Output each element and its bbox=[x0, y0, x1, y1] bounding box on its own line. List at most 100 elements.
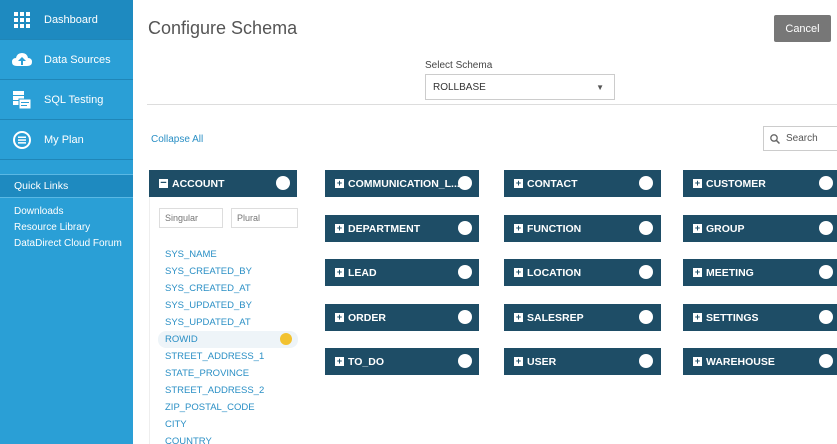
collapse-all-link[interactable]: Collapse All bbox=[151, 134, 203, 145]
quick-link-cloud-forum[interactable]: DataDirect Cloud Forum bbox=[14, 236, 133, 252]
column-item[interactable]: SYS_NAME bbox=[150, 246, 298, 263]
nav-label-dashboard: Dashboard bbox=[44, 13, 98, 26]
column-item[interactable]: CITY bbox=[150, 416, 298, 433]
plus-icon: + bbox=[693, 356, 702, 366]
table-toggle[interactable] bbox=[458, 354, 472, 368]
table-card-label: SALESREP bbox=[527, 311, 584, 324]
account-columns-panel: SYS_NAME SYS_CREATED_BY SYS_CREATED_AT S… bbox=[149, 197, 298, 444]
main-content: Configure Schema Cancel Select Schema RO… bbox=[133, 0, 837, 444]
table-toggle[interactable] bbox=[819, 221, 833, 235]
table-card-label: COMMUNICATION_L... bbox=[348, 177, 460, 190]
table-card-warehouse[interactable]: + WAREHOUSE bbox=[683, 348, 837, 375]
table-toggle[interactable] bbox=[819, 176, 833, 190]
table-card-user[interactable]: + USER bbox=[504, 348, 661, 375]
table-toggle[interactable] bbox=[458, 221, 472, 235]
column-item[interactable]: STREET_ADDRESS_1 bbox=[150, 348, 298, 365]
plus-icon: + bbox=[693, 223, 702, 233]
column-item[interactable]: SYS_CREATED_BY bbox=[150, 263, 298, 280]
plus-icon: + bbox=[514, 223, 523, 233]
list-circle-icon bbox=[0, 130, 44, 149]
column-item[interactable]: SYS_UPDATED_BY bbox=[150, 297, 298, 314]
table-toggle[interactable] bbox=[639, 221, 653, 235]
schema-select-label: Select Schema bbox=[425, 60, 493, 71]
table-card-communication[interactable]: + COMMUNICATION_L... bbox=[325, 170, 479, 197]
quick-link-downloads[interactable]: Downloads bbox=[14, 204, 133, 220]
column-item[interactable]: STREET_ADDRESS_2 bbox=[150, 382, 298, 399]
column-item[interactable]: SYS_UPDATED_AT bbox=[150, 314, 298, 331]
quick-links-title: Quick Links bbox=[0, 174, 133, 198]
chevron-down-icon: ▼ bbox=[596, 83, 604, 92]
sql-testing-icon bbox=[0, 90, 44, 109]
table-card-group[interactable]: + GROUP bbox=[683, 215, 837, 242]
table-card-location[interactable]: + LOCATION bbox=[504, 259, 661, 286]
plus-icon: + bbox=[514, 267, 523, 277]
plus-icon: + bbox=[514, 356, 523, 366]
table-card-order[interactable]: + ORDER bbox=[325, 304, 479, 331]
schema-select[interactable]: ROLLBASE ▼ bbox=[425, 74, 615, 100]
column-item[interactable]: ZIP_POSTAL_CODE bbox=[150, 399, 298, 416]
search-icon bbox=[770, 133, 780, 144]
table-toggle[interactable] bbox=[639, 265, 653, 279]
plus-icon: + bbox=[514, 312, 523, 322]
plus-icon: + bbox=[335, 223, 344, 233]
table-card-label: MEETING bbox=[706, 266, 754, 279]
plus-icon: + bbox=[693, 267, 702, 277]
search-input[interactable]: Search bbox=[763, 126, 837, 151]
nav-label-sql-testing: SQL Testing bbox=[44, 93, 104, 106]
quick-link-resource-library[interactable]: Resource Library bbox=[14, 220, 133, 236]
table-card-label: SETTINGS bbox=[706, 311, 759, 324]
table-card-label: USER bbox=[527, 355, 557, 368]
table-card-label: LEAD bbox=[348, 266, 377, 279]
table-toggle[interactable] bbox=[819, 354, 833, 368]
table-card-contact[interactable]: + CONTACT bbox=[504, 170, 661, 197]
nav-item-my-plan[interactable]: My Plan bbox=[0, 120, 133, 160]
minus-icon: − bbox=[159, 177, 168, 189]
column-item[interactable]: SYS_CREATED_AT bbox=[150, 280, 298, 297]
nav-item-sql-testing[interactable]: SQL Testing bbox=[0, 80, 133, 120]
nav-item-dashboard[interactable]: Dashboard bbox=[0, 0, 133, 40]
table-card-salesrep[interactable]: + SALESREP bbox=[504, 304, 661, 331]
table-toggle[interactable] bbox=[639, 310, 653, 324]
cloud-upload-icon bbox=[0, 52, 44, 67]
table-toggle[interactable] bbox=[639, 176, 653, 190]
column-item[interactable]: STATE_PROVINCE bbox=[150, 365, 298, 382]
plus-icon: + bbox=[335, 267, 344, 277]
sidebar: Dashboard Data Sources SQL Testing My Pl… bbox=[0, 0, 133, 444]
nav-label-data-sources: Data Sources bbox=[44, 53, 111, 66]
table-card-label: DEPARTMENT bbox=[348, 222, 421, 235]
table-toggle[interactable] bbox=[458, 310, 472, 324]
table-card-settings[interactable]: + SETTINGS bbox=[683, 304, 837, 331]
table-toggle[interactable] bbox=[276, 176, 290, 190]
column-item[interactable]: COUNTRY bbox=[150, 433, 298, 444]
table-toggle[interactable] bbox=[458, 176, 472, 190]
table-toggle[interactable] bbox=[639, 354, 653, 368]
search-placeholder: Search bbox=[786, 133, 818, 144]
plural-input[interactable] bbox=[231, 208, 298, 228]
column-item-label: ROWID bbox=[165, 334, 198, 345]
nav-item-data-sources[interactable]: Data Sources bbox=[0, 40, 133, 80]
plus-icon: + bbox=[335, 356, 344, 366]
nav-label-my-plan: My Plan bbox=[44, 133, 84, 146]
table-card-label: ORDER bbox=[348, 311, 386, 324]
table-card-department[interactable]: + DEPARTMENT bbox=[325, 215, 479, 242]
table-card-label: ACCOUNT bbox=[172, 177, 225, 190]
column-item-selected[interactable]: ROWID bbox=[158, 331, 298, 348]
column-list: SYS_NAME SYS_CREATED_BY SYS_CREATED_AT S… bbox=[150, 246, 298, 444]
table-card-customer[interactable]: + CUSTOMER bbox=[683, 170, 837, 197]
table-toggle[interactable] bbox=[819, 265, 833, 279]
table-toggle[interactable] bbox=[458, 265, 472, 279]
page-title: Configure Schema bbox=[148, 18, 298, 38]
table-card-to-do[interactable]: + TO_DO bbox=[325, 348, 479, 375]
singular-input[interactable] bbox=[159, 208, 223, 228]
table-toggle[interactable] bbox=[819, 310, 833, 324]
table-card-function[interactable]: + FUNCTION bbox=[504, 215, 661, 242]
table-card-meeting[interactable]: + MEETING bbox=[683, 259, 837, 286]
cancel-button[interactable]: Cancel bbox=[774, 15, 831, 42]
quick-links-list: Downloads Resource Library DataDirect Cl… bbox=[0, 198, 133, 252]
table-card-label: FUNCTION bbox=[527, 222, 582, 235]
table-card-account[interactable]: − ACCOUNT bbox=[149, 170, 297, 197]
table-card-lead[interactable]: + LEAD bbox=[325, 259, 479, 286]
plus-icon: + bbox=[335, 178, 344, 188]
key-icon bbox=[280, 333, 292, 345]
plus-icon: + bbox=[693, 178, 702, 188]
